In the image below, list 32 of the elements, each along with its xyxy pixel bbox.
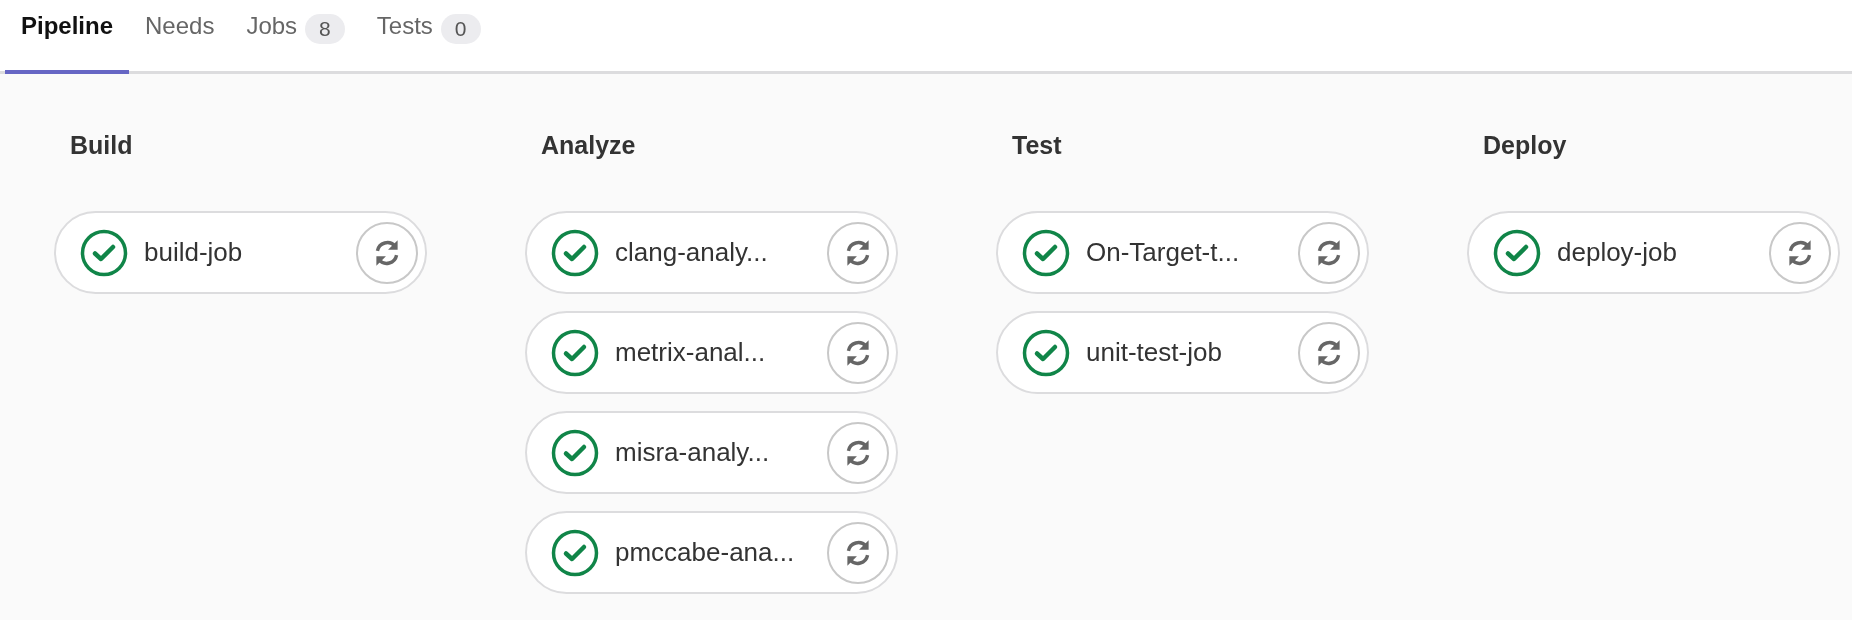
- tab[interactable]: Tests 0: [360, 0, 497, 74]
- job-name: build-job: [144, 237, 244, 268]
- retry-button[interactable]: [827, 521, 889, 584]
- retry-button[interactable]: [1298, 221, 1360, 284]
- count-badge: 8: [305, 14, 345, 44]
- job-name: misra-analy...: [615, 437, 771, 468]
- stage-title: Build: [69, 130, 134, 155]
- job-card[interactable]: On-Target-t...: [996, 211, 1369, 294]
- retry-button[interactable]: [1298, 321, 1360, 384]
- job-name: On-Target-t...: [1086, 237, 1241, 268]
- job-name: metrix-anal...: [615, 337, 767, 368]
- retry-button[interactable]: [1769, 221, 1831, 284]
- count-badge: 0: [440, 14, 481, 44]
- retry-button[interactable]: [827, 221, 889, 284]
- job-card[interactable]: unit-test-job: [996, 311, 1369, 394]
- stage-title: Test: [1011, 130, 1063, 155]
- retry-button[interactable]: [827, 321, 889, 384]
- tab[interactable]: Jobs 8: [230, 0, 361, 74]
- job-card[interactable]: clang-analy...: [525, 211, 898, 294]
- job-card[interactable]: misra-analy...: [525, 411, 898, 494]
- retry-button[interactable]: [356, 221, 418, 284]
- job-name: unit-test-job: [1086, 337, 1223, 368]
- tab[interactable]: Pipeline: [5, 0, 130, 74]
- retry-button[interactable]: [827, 421, 889, 484]
- job-card[interactable]: deploy-job: [1467, 211, 1840, 294]
- job-card[interactable]: metrix-anal...: [525, 311, 898, 394]
- job-name: deploy-job: [1557, 237, 1678, 268]
- job-card[interactable]: pmccabe-ana...: [525, 511, 898, 594]
- job-name: pmccabe-ana...: [615, 537, 796, 568]
- job-name: clang-analy...: [615, 237, 769, 268]
- job-card[interactable]: build-job: [54, 211, 427, 294]
- tab[interactable]: Needs: [129, 0, 231, 74]
